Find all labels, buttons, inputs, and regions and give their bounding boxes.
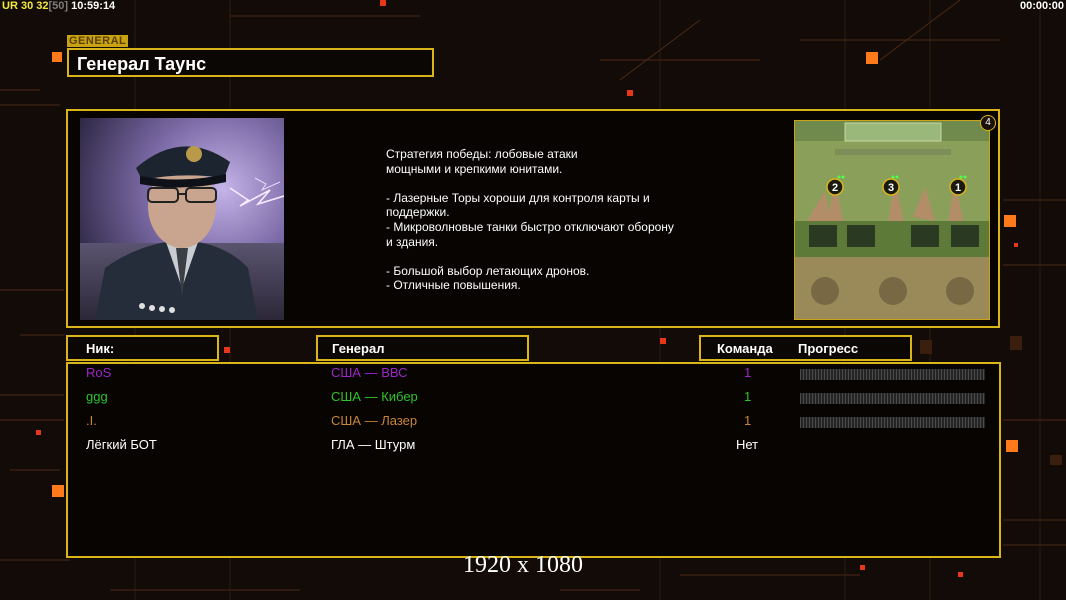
hud-value-1: 30 — [20, 0, 34, 12]
player-team: 1 — [744, 389, 752, 404]
player-row[interactable]: RoS США — ВВС 1 — [0, 365, 1066, 383]
map-slot-1[interactable]: 1 — [955, 182, 961, 194]
player-row[interactable]: .I. США — Лазер 1 — [0, 413, 1066, 431]
header-general: Генерал — [316, 335, 529, 361]
hud-value-3: [50] — [48, 0, 69, 12]
player-general: США — Лазер — [331, 413, 418, 428]
player-nick: RoS — [86, 365, 112, 380]
player-team: 1 — [744, 413, 752, 428]
player-general: ГЛА — Штурм — [331, 437, 416, 452]
map-slot-2[interactable]: 2 — [832, 182, 838, 194]
map-slot-3[interactable]: 3 — [888, 182, 894, 194]
map-preview[interactable]: 2 3 1 — [794, 120, 990, 320]
header-team-label: Команда — [717, 341, 773, 356]
player-progress-bar — [800, 393, 985, 404]
player-nick: ggg — [86, 389, 108, 404]
fps-counter: UR 30 32[50] 10:59:14 — [2, 0, 115, 12]
map-player-count-badge: 4 — [980, 115, 996, 131]
header-team-progress: Команда Прогресс — [699, 335, 912, 361]
header-nick-label: Ник: — [86, 341, 115, 356]
hud-ur-label: UR — [2, 0, 18, 12]
player-progress-bar — [800, 417, 985, 428]
player-nick: Лёгкий БОТ — [86, 437, 157, 452]
hud-value-2: 32 — [36, 0, 49, 12]
game-timer: 00:00:00 — [1019, 0, 1064, 12]
player-row[interactable]: Лёгкий БОТ ГЛА — Штурм Нет — [0, 437, 1066, 455]
player-nick: .I. — [86, 413, 97, 428]
general-name: Генерал Таунс — [77, 54, 207, 74]
header-progress-label: Прогресс — [798, 341, 859, 356]
resolution-label: 1920 x 1080 — [463, 552, 583, 578]
player-team: 1 — [744, 365, 752, 380]
general-tag: GENERAL — [67, 35, 129, 47]
header-general-label: Генерал — [332, 341, 385, 356]
header-nick: Ник: — [66, 335, 219, 361]
player-progress-bar — [800, 369, 985, 380]
player-team: Нет — [736, 437, 759, 452]
general-portrait — [80, 118, 284, 320]
player-row[interactable]: ggg США — Кибер 1 — [0, 389, 1066, 407]
general-title-box: Генерал Таунс — [67, 48, 434, 77]
player-general: США — Кибер — [331, 389, 418, 404]
player-general: США — ВВС — [331, 365, 408, 380]
hud-clock: 10:59:14 — [71, 0, 116, 12]
general-description: Стратегия победы: лобовые атаки мощными … — [386, 147, 674, 293]
